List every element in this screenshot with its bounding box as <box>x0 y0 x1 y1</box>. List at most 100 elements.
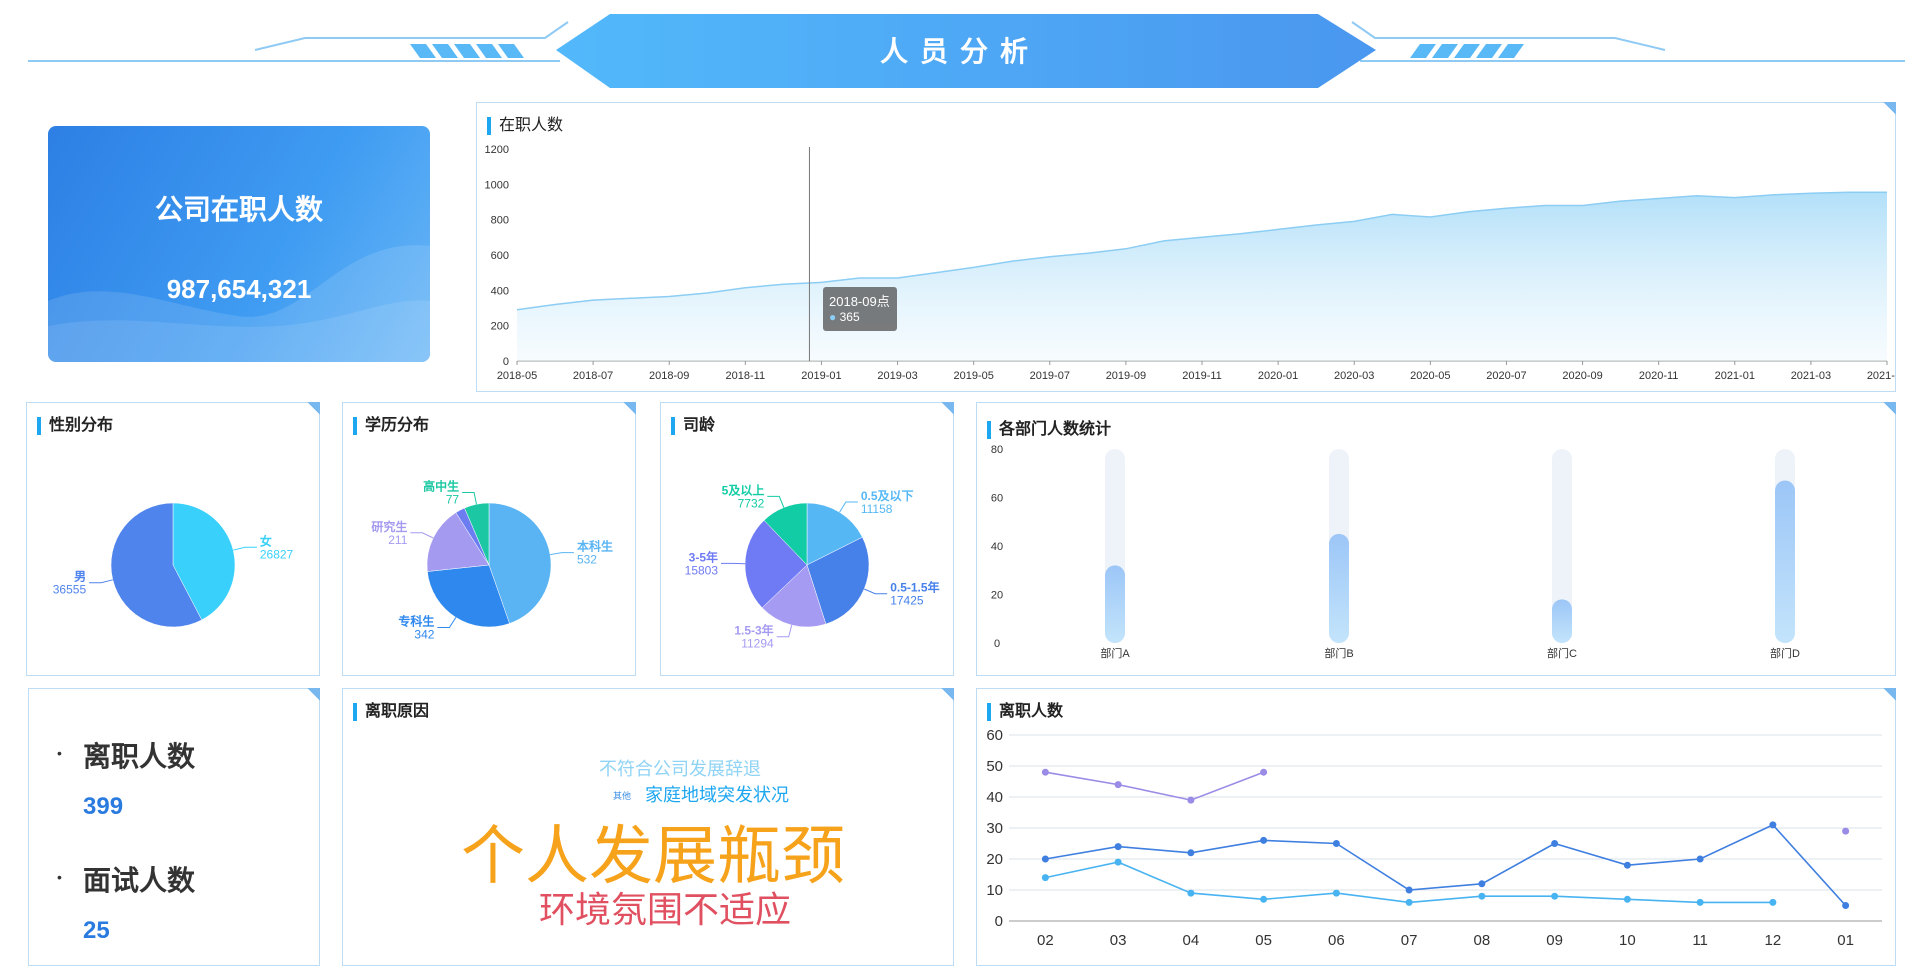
corner-decoration <box>302 688 320 702</box>
y-tick-label: 600 <box>491 250 509 262</box>
x-tick-label: 2020-01 <box>1258 370 1298 382</box>
y-tick-label: 60 <box>991 493 1003 505</box>
series-point <box>1842 902 1850 909</box>
education-pie-chart: 本科生532 专科生342 研究生211 高中生77 <box>371 479 613 642</box>
series-point <box>1623 895 1631 903</box>
x-tick-label: 07 <box>1401 932 1418 949</box>
x-tick-label: 部门B <box>1324 646 1353 660</box>
pie-label-value: 77 <box>446 493 460 507</box>
tooltip-dot-icon: ● <box>829 310 837 324</box>
resign-count-label: 离职人数 <box>83 741 196 772</box>
word-environment: 环境氛围不适应 <box>539 889 792 930</box>
series-point <box>1696 898 1704 906</box>
series-point <box>1551 892 1559 900</box>
gender-pie-chart: 女26827 男36555 <box>53 502 294 628</box>
x-tick-label: 2020-05 <box>1410 370 1450 382</box>
series-point <box>1260 836 1268 844</box>
total-card-title: 公司在职人数 <box>154 194 323 225</box>
header: 人员分析 <box>0 0 1920 100</box>
x-tick-label: 08 <box>1474 932 1491 949</box>
y-tick-label: 60 <box>986 727 1003 744</box>
active-employees-panel: 在职人数 0 200 400 600 800 1000 1200 2018-05 2018-07… <box>476 102 1896 392</box>
bar <box>1105 565 1125 643</box>
x-tick-label: 2019-11 <box>1182 370 1222 382</box>
panel-title: 离职原因 <box>353 703 429 721</box>
y-tick-label: 80 <box>991 444 1003 456</box>
x-tick-label: 2020-03 <box>1334 370 1374 382</box>
x-tick-label: 2019-01 <box>801 370 841 382</box>
x-tick-label: 2021-05 <box>1867 370 1895 382</box>
tenure-panel: 司龄 0.5及以下 11158 0.5-1.5年 17425 1.5-3年 11294 3-… <box>660 402 954 676</box>
pie-leader-line <box>776 624 793 638</box>
word-other: 其他 <box>613 791 632 801</box>
pie-label-name: 女 <box>260 533 272 548</box>
series-point <box>1696 855 1704 863</box>
x-tick-label: 2019-09 <box>1106 370 1146 382</box>
x-tick-label: 2020-11 <box>1639 370 1679 382</box>
pie-leader-line <box>550 552 574 556</box>
x-tick-label: 2019-03 <box>877 370 917 382</box>
pie-label-value: 11158 <box>861 502 893 516</box>
tooltip-value: 365 <box>839 310 860 324</box>
pie-label-value: 532 <box>577 553 597 567</box>
pie-leader-line <box>864 588 888 595</box>
pie-leader-line <box>839 501 858 513</box>
area-fill <box>517 192 1887 361</box>
dashboard: 人员分析 公司在职人数 987,654,321 在职人数 0 200 400 600 8… <box>0 0 1920 969</box>
x-tick-label: 2021-01 <box>1715 370 1755 382</box>
y-tick-label: 20 <box>986 851 1003 868</box>
department-panel: 各部门人数统计 0 20 40 60 80 部门A 部门B 部门C 部门D <box>976 402 1896 676</box>
resign-line-chart: 0 10 20 30 40 50 60 02 03 04 05 06 07 08 09 10 11 12 01 <box>986 727 1882 949</box>
pie-leader-line <box>462 492 477 505</box>
bullet-icon: • <box>57 745 62 761</box>
x-tick-label: 2021-03 <box>1791 370 1831 382</box>
y-tick-label: 40 <box>986 789 1003 806</box>
series-point <box>1187 796 1195 804</box>
series-point <box>1842 827 1850 835</box>
series-point <box>1478 880 1486 888</box>
x-tick-label: 09 <box>1546 932 1563 949</box>
bar <box>1329 533 1349 643</box>
series-line <box>1045 861 1773 904</box>
resign-count-value: 399 <box>83 793 124 820</box>
pie-label-value: 342 <box>414 628 434 642</box>
series-point <box>1260 895 1268 903</box>
series-point <box>1187 849 1195 857</box>
page-title: 人员分析 <box>879 36 1040 67</box>
series-point <box>1405 898 1413 906</box>
pie-label-value: 36555 <box>53 583 87 597</box>
series-point <box>1769 898 1777 906</box>
pie-label-name: 专科生 <box>398 614 434 629</box>
y-tick-label: 200 <box>491 321 509 333</box>
series-point <box>1551 840 1559 847</box>
x-tick-label: 2019-07 <box>1030 370 1070 382</box>
bar <box>1775 480 1795 643</box>
series-point <box>1332 889 1340 897</box>
series-point <box>1623 861 1631 869</box>
x-tick-label: 12 <box>1765 932 1782 949</box>
wave-decoration <box>48 245 430 362</box>
pie-leader-line <box>767 495 785 508</box>
pie-label-value: 26827 <box>260 547 294 561</box>
x-tick-label: 05 <box>1255 932 1272 949</box>
x-tick-label: 11 <box>1692 932 1708 949</box>
y-tick-label: 0 <box>503 356 509 368</box>
x-tick-label: 2018-09 <box>649 370 689 382</box>
pie-leader-line <box>410 532 434 539</box>
series-point <box>1041 768 1049 776</box>
x-tick-label: 部门A <box>1100 646 1130 660</box>
pie-label-name: 5及以上 <box>722 482 765 497</box>
x-tick-label: 04 <box>1183 932 1200 949</box>
pie-label-value: 7732 <box>738 496 765 510</box>
education-panel: 学历分布 本科生 532 专科生 342 研究生 211 高中生 77 <box>342 402 636 676</box>
tooltip-title: 2018-09点 <box>829 294 890 309</box>
series-point <box>1405 886 1413 894</box>
series-point <box>1114 858 1122 866</box>
tooltip: 2018-09点 ● 365 <box>823 287 897 331</box>
pie-label-value: 17425 <box>890 594 924 608</box>
series-line <box>1045 823 1847 907</box>
interview-count-label: 面试人数 <box>83 865 196 896</box>
x-tick-label: 02 <box>1037 932 1054 949</box>
x-tick-label: 2018-05 <box>497 370 537 382</box>
word-not-fit: 不符合公司发展辞退 <box>599 759 761 779</box>
